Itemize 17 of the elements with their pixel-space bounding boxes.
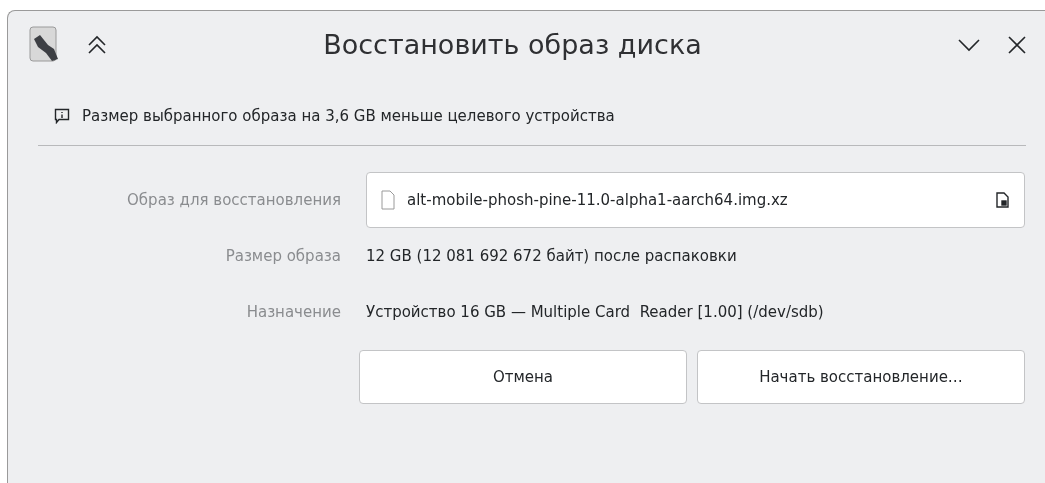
dialog-button[interactable]: Начать восстановление… xyxy=(697,350,1025,404)
keep-above-icon[interactable] xyxy=(86,35,108,55)
file-field[interactable]: alt-mobile-phosh-pine-11.0-alpha1-aarch64.img.xz xyxy=(366,172,1025,228)
dialog-button[interactable]: Отмена xyxy=(359,350,687,404)
info-message: Размер выбранного образа на 3,6 GB меньше целевого устройства xyxy=(82,105,615,127)
detail-value: 12 GB (12 081 692 672 байт) после распаковки xyxy=(366,245,737,267)
close-icon[interactable] xyxy=(1007,35,1027,55)
open-file-icon[interactable] xyxy=(996,192,1010,208)
minimize-icon[interactable] xyxy=(957,37,981,53)
detail-label: Размер образа xyxy=(224,245,341,267)
file-name: alt-mobile-phosh-pine-11.0-alpha1-aarch64.img.xz xyxy=(407,189,789,211)
window-title: Восстановить образ диска xyxy=(323,27,702,62)
file-icon xyxy=(381,190,395,210)
detail-label: Назначение xyxy=(245,301,341,323)
detail-value: Устройство 16 GB — Multiple Card Reader [1.00] (/dev/sdb) xyxy=(366,301,824,323)
field-label: Образ для восстановления xyxy=(126,189,341,211)
info-icon xyxy=(54,108,70,124)
